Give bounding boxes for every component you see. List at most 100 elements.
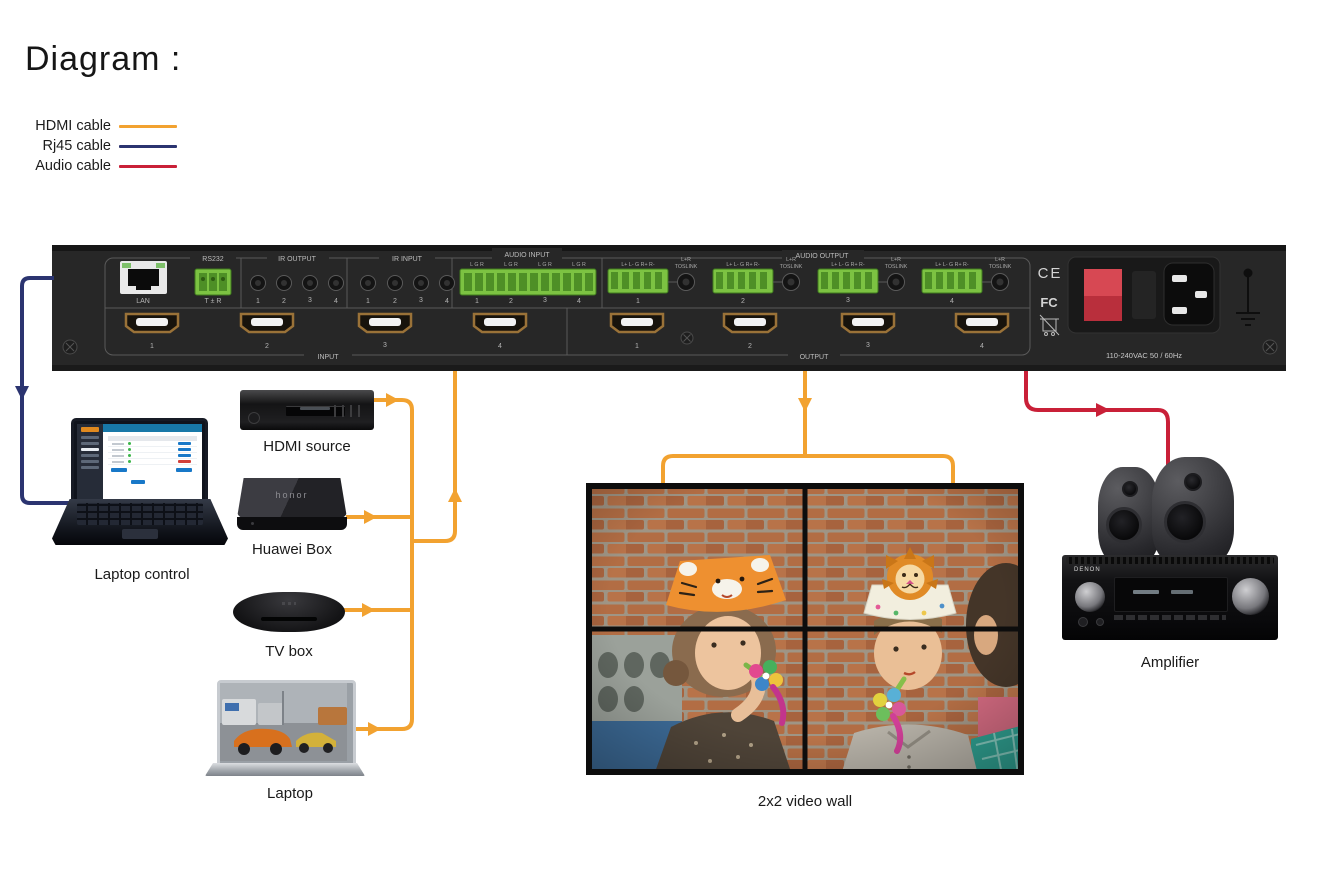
volume-knob bbox=[1232, 578, 1269, 615]
laptop-control-screen bbox=[71, 418, 208, 504]
huawei-box-label: Huawei Box bbox=[237, 541, 347, 558]
laptop-control-base bbox=[52, 499, 228, 545]
tv-box-label: TV box bbox=[233, 643, 345, 660]
av-receiver: DENON bbox=[1062, 555, 1278, 640]
svg-text:4: 4 bbox=[334, 298, 338, 305]
legend-label: Audio cable bbox=[27, 158, 111, 174]
laptop-control-label: Laptop control bbox=[62, 566, 222, 583]
svg-text:3: 3 bbox=[543, 297, 547, 304]
svg-text:IR OUTPUT: IR OUTPUT bbox=[278, 256, 316, 263]
headphone-jack bbox=[1078, 617, 1088, 627]
amplifier-label: Amplifier bbox=[1060, 654, 1280, 671]
svg-text:2: 2 bbox=[741, 298, 745, 305]
svg-text:TOSLINK: TOSLINK bbox=[885, 264, 908, 270]
svg-text:T ± R: T ± R bbox=[205, 298, 222, 305]
iec-inlet bbox=[1164, 263, 1214, 325]
svg-text:L+ L- G R+ R-: L+ L- G R+ R- bbox=[831, 262, 864, 268]
svg-text:2: 2 bbox=[393, 298, 397, 305]
laptop-screen bbox=[217, 680, 356, 770]
svg-text:1: 1 bbox=[635, 343, 639, 350]
svg-text:FC: FC bbox=[1040, 295, 1058, 310]
svg-text:4: 4 bbox=[445, 298, 449, 305]
power-button bbox=[248, 412, 260, 424]
hdmi-source-device bbox=[240, 390, 374, 430]
svg-text:L+ L- G R+ R-: L+ L- G R+ R- bbox=[621, 262, 654, 268]
control-ui-logo bbox=[81, 427, 99, 432]
svg-text:LAN: LAN bbox=[136, 298, 150, 305]
matrix-rear-panel: LAN RS232 T ± R IR OUTPUT 1 2 3 4 IR INP… bbox=[52, 245, 1286, 371]
hdmi-cable-swatch bbox=[119, 125, 177, 128]
video-wall-label: 2x2 video wall bbox=[586, 793, 1024, 810]
touchpad bbox=[122, 529, 157, 539]
svg-text:L+R: L+R bbox=[891, 257, 901, 263]
hdmi-cable-to-panel bbox=[412, 371, 455, 541]
svg-text:L G R: L G R bbox=[470, 262, 484, 268]
svg-text:3: 3 bbox=[308, 297, 312, 304]
page-title: Diagram : bbox=[25, 40, 181, 79]
legend-item-rj45: Rj45 cable bbox=[27, 136, 177, 156]
laptop-wallpaper bbox=[220, 683, 347, 761]
svg-text:L G R: L G R bbox=[572, 262, 586, 268]
keyboard bbox=[77, 503, 204, 525]
svg-text:L+ L- G R+ R-: L+ L- G R+ R- bbox=[726, 262, 759, 268]
hdmi-source-label: HDMI source bbox=[240, 438, 374, 455]
svg-text:1: 1 bbox=[475, 298, 479, 305]
video-wall-image bbox=[586, 483, 1024, 775]
laptop-base bbox=[205, 763, 365, 776]
status-led bbox=[251, 522, 254, 525]
control-ui-sidebar bbox=[77, 424, 103, 504]
svg-text:INPUT: INPUT bbox=[318, 354, 340, 361]
svg-text:2: 2 bbox=[265, 343, 269, 350]
input-knob bbox=[1075, 582, 1105, 612]
speaker-right bbox=[1152, 457, 1234, 567]
svg-text:1: 1 bbox=[150, 343, 154, 350]
video-wall bbox=[586, 483, 1024, 775]
svg-text:L+ L- G R+ R-: L+ L- G R+ R- bbox=[935, 262, 968, 268]
svg-text:4: 4 bbox=[980, 343, 984, 350]
diagram-page: Diagram : HDMI cable Rj45 cable Audio ca… bbox=[0, 0, 1318, 887]
svg-text:2: 2 bbox=[748, 343, 752, 350]
svg-text:IR INPUT: IR INPUT bbox=[392, 256, 423, 263]
receiver-brand: DENON bbox=[1074, 567, 1101, 573]
svg-text:L+R: L+R bbox=[786, 257, 796, 263]
speaker-left bbox=[1098, 467, 1160, 565]
svg-text:4: 4 bbox=[950, 298, 954, 305]
laptop-label: Laptop bbox=[210, 785, 370, 802]
svg-text:1: 1 bbox=[256, 298, 260, 305]
svg-text:L G R: L G R bbox=[538, 262, 552, 268]
svg-text:OUTPUT: OUTPUT bbox=[800, 354, 830, 361]
svg-text:4: 4 bbox=[577, 298, 581, 305]
svg-text:3: 3 bbox=[419, 297, 423, 304]
svg-text:CE: CE bbox=[1038, 265, 1063, 282]
svg-text:AUDIO INPUT: AUDIO INPUT bbox=[504, 252, 550, 259]
svg-text:TOSLINK: TOSLINK bbox=[989, 264, 1012, 270]
control-web-ui bbox=[77, 424, 202, 504]
svg-text:L+R: L+R bbox=[995, 257, 1005, 263]
svg-text:3: 3 bbox=[866, 342, 870, 349]
cable-legend: HDMI cable Rj45 cable Audio cable bbox=[27, 116, 177, 176]
svg-text:L G R: L G R bbox=[504, 262, 518, 268]
legend-item-hdmi: HDMI cable bbox=[27, 116, 177, 136]
svg-text:1: 1 bbox=[636, 298, 640, 305]
svg-text:3: 3 bbox=[383, 342, 387, 349]
huawei-box-device: honor bbox=[237, 478, 347, 533]
tv-box-device bbox=[233, 592, 345, 632]
amplifier-device: DENON bbox=[1060, 453, 1280, 643]
svg-text:3: 3 bbox=[846, 297, 850, 304]
audio-cable-swatch bbox=[119, 165, 177, 168]
legend-item-audio: Audio cable bbox=[27, 156, 177, 176]
svg-text:4: 4 bbox=[498, 343, 502, 350]
brand-text: honor bbox=[237, 490, 347, 500]
legend-label: Rj45 cable bbox=[27, 138, 111, 154]
svg-text:2: 2 bbox=[509, 298, 513, 305]
svg-text:RS232: RS232 bbox=[202, 256, 224, 263]
setup-mic-jack bbox=[1096, 618, 1104, 626]
legend-label: HDMI cable bbox=[27, 118, 111, 134]
svg-text:AUDIO OUTPUT: AUDIO OUTPUT bbox=[796, 253, 850, 260]
svg-text:L+R: L+R bbox=[681, 257, 691, 263]
fuse-holder bbox=[1132, 271, 1156, 319]
receiver-display bbox=[1114, 577, 1228, 612]
svg-text:TOSLINK: TOSLINK bbox=[675, 264, 698, 270]
svg-text:2: 2 bbox=[282, 298, 286, 305]
svg-text:110-240VAC 50 / 60Hz: 110-240VAC 50 / 60Hz bbox=[1106, 351, 1182, 360]
